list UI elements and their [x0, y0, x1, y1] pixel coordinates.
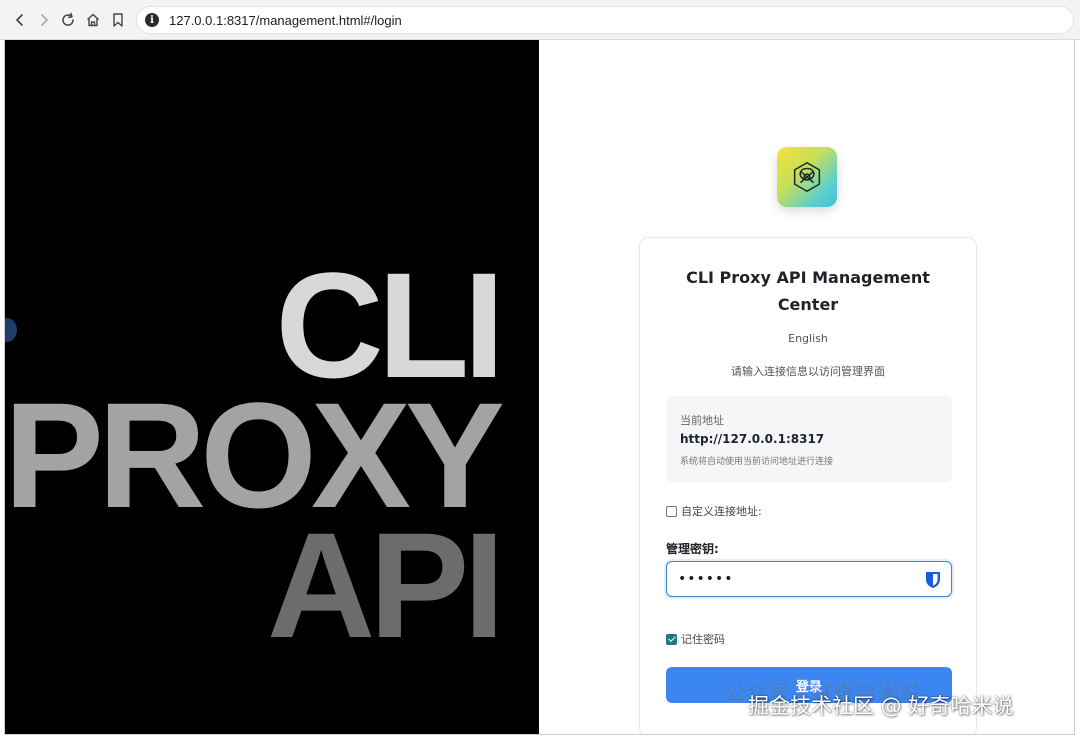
forward-button[interactable] — [34, 10, 54, 30]
back-button[interactable] — [10, 10, 30, 30]
custom-address-label: 自定义连接地址: — [681, 505, 762, 518]
shield-icon[interactable] — [923, 570, 943, 590]
hero-text-line-3: API — [266, 501, 505, 669]
home-button[interactable] — [83, 10, 103, 30]
app-logo-icon — [793, 161, 821, 193]
current-address-hint: 系统将自动使用当前访问地址进行连接 — [680, 457, 834, 467]
remember-password-option[interactable]: 记住密码 — [666, 631, 725, 647]
page-title: CLI Proxy API Management Center — [686, 268, 930, 314]
side-float-icon[interactable] — [5, 318, 17, 342]
reload-button[interactable] — [58, 10, 78, 30]
browser-toolbar: i 127.0.0.1:8317/management.html#/login — [0, 0, 1080, 40]
home-icon — [87, 13, 99, 27]
login-panel: CLI Proxy API Management Center English … — [539, 40, 1074, 734]
custom-address-checkbox[interactable] — [666, 505, 677, 517]
page-viewport: CLI PROXY API CLI Proxy API Management C… — [4, 40, 1075, 735]
management-key-field — [666, 561, 952, 597]
custom-address-option[interactable]: 自定义连接地址: — [666, 503, 762, 519]
management-key-label: 管理密钥: — [666, 542, 719, 556]
info-icon[interactable]: i — [145, 13, 159, 27]
url-text[interactable]: 127.0.0.1:8317/management.html#/login — [169, 13, 402, 28]
management-key-input[interactable] — [668, 563, 908, 595]
bookmark-icon — [113, 13, 123, 27]
reload-icon — [62, 12, 74, 26]
login-subtitle: 请输入连接信息以访问管理界面 — [731, 365, 885, 378]
app-logo — [777, 147, 837, 207]
login-card: CLI Proxy API Management Center English … — [639, 237, 977, 734]
hero-panel: CLI PROXY API — [5, 40, 539, 734]
arrow-left-icon — [16, 14, 23, 26]
address-bar[interactable]: i 127.0.0.1:8317/management.html#/login — [136, 6, 1074, 34]
current-address-value: http://127.0.0.1:8317 — [680, 432, 825, 446]
bookmark-button[interactable] — [108, 10, 128, 30]
language-toggle[interactable]: English — [640, 332, 976, 345]
remember-password-label: 记住密码 — [681, 633, 725, 646]
watermark-main: 掘金技术社区 @ 好奇哈米说 — [748, 694, 1014, 718]
remember-password-checkbox[interactable] — [666, 633, 677, 645]
current-address-label: 当前地址 — [680, 414, 724, 427]
arrow-right-icon — [41, 14, 48, 26]
current-address-panel: 当前地址 http://127.0.0.1:8317 系统将自动使用当前访问地址… — [666, 396, 952, 482]
